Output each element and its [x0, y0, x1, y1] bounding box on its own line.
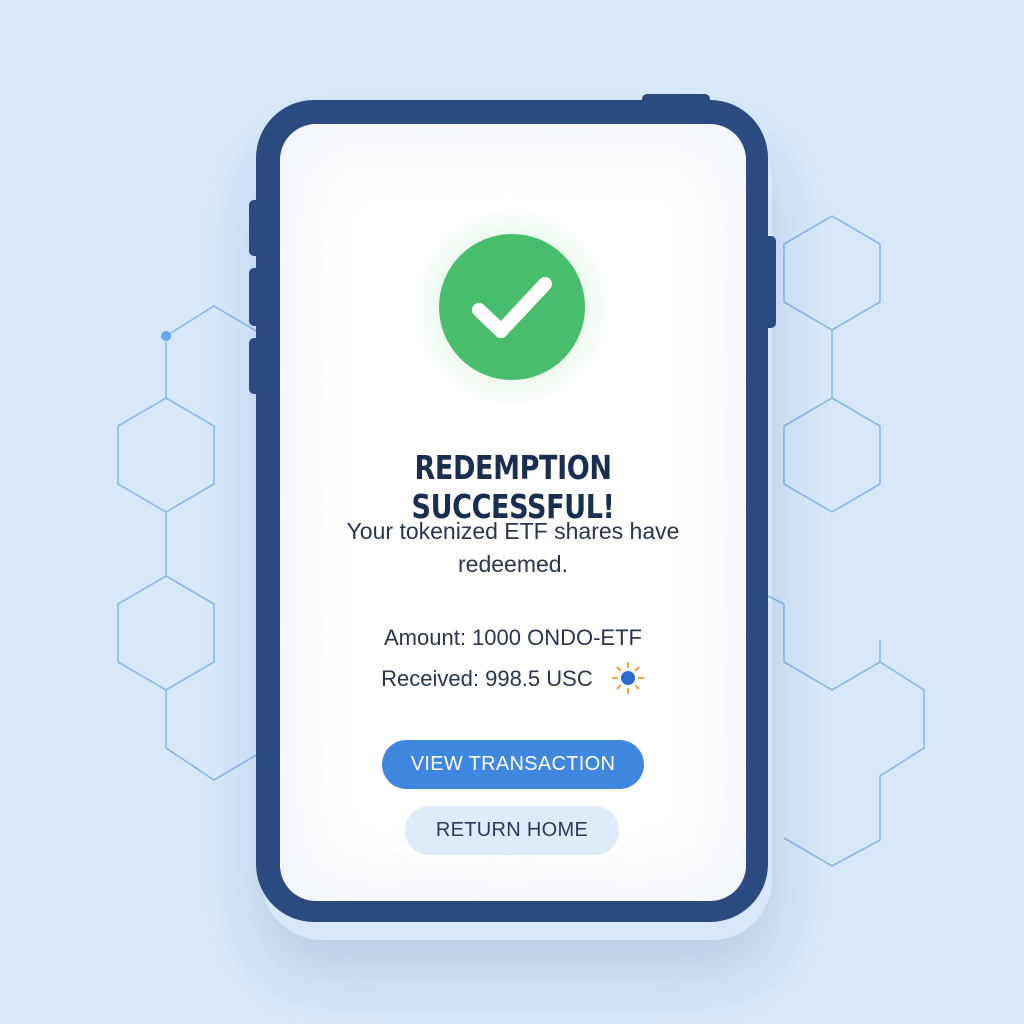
- received-detail-text: Received: 998.5 USC: [381, 665, 593, 691]
- network-line: [767, 595, 925, 867]
- amount-detail: Amount: 1000 ONDO-ETF: [384, 625, 642, 650]
- success-message: Your tokenized ETF shares have redeemed.: [320, 515, 706, 581]
- hexagon-shape: [783, 397, 881, 513]
- network-line: [165, 305, 259, 337]
- phone-power-button: [762, 236, 776, 328]
- hexagon-shape: [783, 215, 881, 331]
- success-message-line: redeemed.: [458, 551, 568, 577]
- hexagon-shape: [117, 397, 215, 513]
- checkmark-glyph: [472, 277, 552, 338]
- phone-side-button: [249, 338, 263, 394]
- phone-top-button: [642, 94, 710, 108]
- success-message-line: Your tokenized ETF shares have: [346, 518, 680, 544]
- sun-icon: [611, 662, 644, 694]
- phone-side-button: [249, 268, 263, 326]
- view-transaction-button[interactable]: VIEW TRANSACTION: [382, 740, 644, 789]
- network-node: [161, 331, 171, 341]
- return-home-button[interactable]: RETURN HOME: [405, 806, 619, 855]
- network-line: [165, 690, 259, 781]
- phone-side-button: [249, 200, 263, 256]
- check-circle-icon: [439, 234, 585, 380]
- received-detail: Received: 998.5 USC: [280, 662, 746, 697]
- hexagon-shape: [117, 575, 215, 691]
